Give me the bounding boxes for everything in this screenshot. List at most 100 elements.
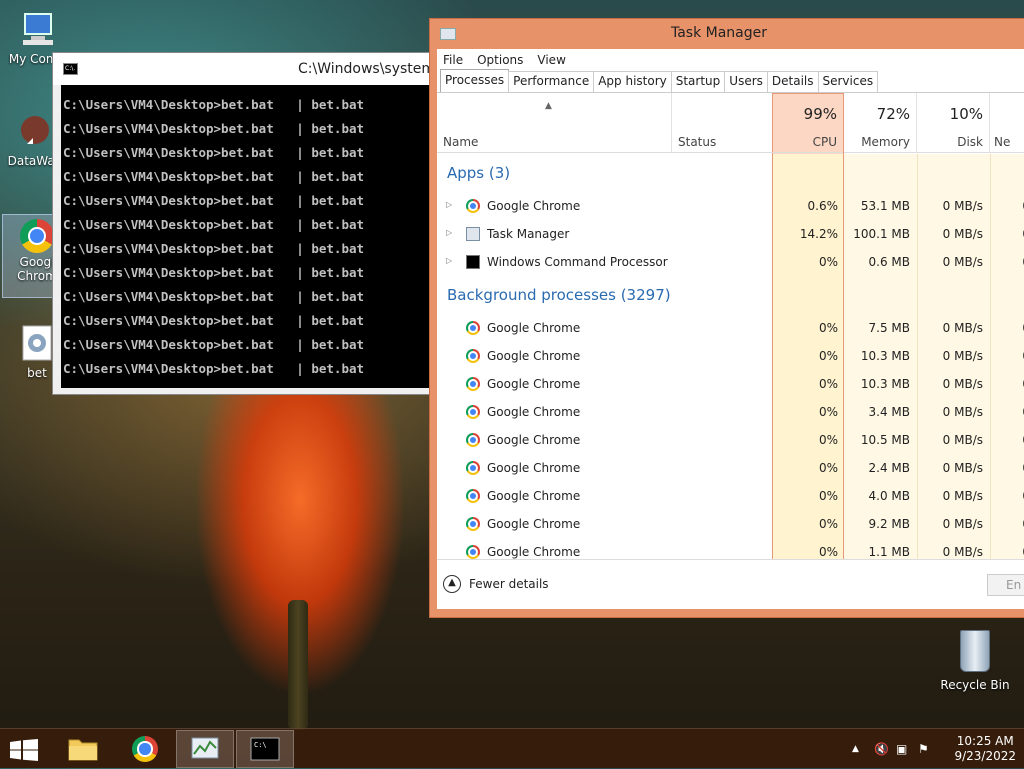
console-line: C:\Users\VM4\Desktop>bet.bat | bet.bat (63, 121, 365, 136)
sort-up-icon: ▲ (545, 101, 552, 111)
process-row[interactable]: Google Chrome 0% 9.2 MB 0 MB/s 0 (437, 510, 1024, 538)
cpu-value: 0% (818, 377, 838, 391)
network-value: 0 (990, 227, 1024, 241)
process-row[interactable]: Google Chrome 0% 7.5 MB 0 MB/s 0 (437, 314, 1024, 342)
column-header-disk[interactable]: 10% Disk (917, 93, 990, 153)
tab-performance[interactable]: Performance (508, 71, 595, 92)
cpu-value: 0% (818, 321, 838, 335)
network-value: 0 (990, 461, 1024, 475)
recycle-bin-icon (960, 630, 990, 672)
volume-muted-icon[interactable]: 🔇 (874, 742, 889, 756)
cmd-console-output[interactable]: C:\Users\VM4\Desktop>bet.bat | bet.bat C:… (61, 85, 443, 388)
action-center-icon[interactable]: ⚑ (918, 742, 929, 756)
disk-value: 0 MB/s (942, 377, 983, 391)
process-name: Google Chrome (487, 545, 581, 559)
tab-strip: Processes Performance App history Startu… (437, 69, 1024, 93)
process-row[interactable]: ▷ Task Manager 14.2% 100.1 MB 0 MB/s 0 (437, 220, 1024, 248)
process-row[interactable]: ▷ Google Chrome 0.6% 53.1 MB 0 MB/s 0 (437, 192, 1024, 220)
disk-value: 0 MB/s (942, 517, 983, 531)
tab-services[interactable]: Services (817, 71, 879, 92)
network-value: 0 (990, 321, 1024, 335)
task-manager-icon (466, 227, 480, 241)
group-header-apps: Apps (3) (447, 164, 511, 182)
clock[interactable]: 10:25 AM 9/23/2022 (954, 734, 1016, 764)
process-list[interactable]: Apps (3) Background processes (3297) ▷ Go… (437, 154, 1024, 560)
chevron-up-icon: ▲ (443, 575, 461, 593)
network-value: 0 (990, 517, 1024, 531)
process-row[interactable]: Google Chrome 0% 10.5 MB 0 MB/s 0 (437, 426, 1024, 454)
command-prompt-window[interactable]: C:\. C:\Windows\system32 C:\Users\VM4\De… (52, 52, 443, 395)
taskbar-command-prompt[interactable]: C:\ (236, 730, 294, 768)
chrome-icon (466, 489, 480, 503)
task-manager-footer: ▲ Fewer details En (437, 559, 1024, 609)
tab-app-history[interactable]: App history (593, 71, 672, 92)
svg-text:C:\: C:\ (254, 741, 267, 749)
network-value: 0 (990, 349, 1024, 363)
taskbar-file-explorer[interactable] (54, 730, 112, 768)
disk-value: 0 MB/s (942, 321, 983, 335)
process-name: Google Chrome (487, 199, 581, 213)
network-value: 0 (990, 545, 1024, 559)
console-line: C:\Users\VM4\Desktop>bet.bat | bet.bat (63, 313, 365, 328)
cpu-total: 99% (803, 105, 837, 123)
process-row[interactable]: ▷ Windows Command Processor 0% 0.6 MB 0 MB/s… (437, 248, 1024, 276)
tab-processes[interactable]: Processes (440, 69, 510, 92)
tab-users[interactable]: Users (724, 71, 768, 92)
cmd-title-bar[interactable]: C:\. C:\Windows\system32 (53, 53, 441, 85)
column-header-memory[interactable]: 72% Memory (844, 93, 917, 153)
show-hidden-icon[interactable]: ▲ (852, 744, 859, 754)
process-row[interactable]: Google Chrome 0% 10.3 MB 0 MB/s 0 (437, 342, 1024, 370)
column-header-name[interactable]: ▲ Name (437, 93, 672, 153)
network-value: 0 (990, 199, 1024, 213)
menu-options[interactable]: Options (477, 53, 523, 67)
memory-value: 10.3 MB (860, 349, 910, 363)
memory-value: 9.2 MB (868, 517, 910, 531)
task-manager-window[interactable]: Task Manager File Options View Processes… (429, 18, 1024, 618)
process-row[interactable]: Google Chrome 0% 2.4 MB 0 MB/s 0 (437, 454, 1024, 482)
taskbar: C:\ ▲ 🔇 ▣ ⚑ 10:25 AM 9/23/2022 (0, 728, 1024, 768)
memory-value: 53.1 MB (860, 199, 910, 213)
process-row[interactable]: Google Chrome 0% 4.0 MB 0 MB/s 0 (437, 482, 1024, 510)
desktop-icon-recycle-bin[interactable]: Recycle Bin (940, 630, 1010, 692)
network-icon[interactable]: ▣ (896, 742, 907, 756)
disk-value: 0 MB/s (942, 545, 983, 559)
column-header-status[interactable]: Status (672, 93, 772, 153)
process-row[interactable]: Google Chrome 0% 10.3 MB 0 MB/s 0 (437, 370, 1024, 398)
expand-arrow-icon[interactable]: ▷ (446, 200, 452, 209)
disk-value: 0 MB/s (942, 255, 983, 269)
chrome-icon (466, 349, 480, 363)
menu-bar: File Options View (437, 49, 1024, 71)
menu-file[interactable]: File (443, 53, 463, 67)
chrome-icon (466, 377, 480, 391)
expand-arrow-icon[interactable]: ▷ (446, 256, 452, 265)
end-task-button[interactable]: En (987, 574, 1024, 596)
chrome-icon (466, 545, 480, 559)
chrome-icon (132, 736, 158, 762)
tab-details[interactable]: Details (766, 71, 819, 92)
taskbar-task-manager[interactable] (176, 730, 234, 768)
column-header-network[interactable]: Ne (990, 93, 1024, 153)
menu-view[interactable]: View (537, 53, 565, 67)
process-name: Windows Command Processor (487, 255, 668, 269)
cpu-value: 14.2% (799, 227, 838, 241)
column-header-cpu[interactable]: 99% CPU (772, 93, 844, 153)
console-line: C:\Users\VM4\Desktop>bet.bat | bet.bat (63, 217, 365, 232)
start-button[interactable] (10, 739, 38, 761)
cmd-window-title: C:\Windows\system32 (298, 61, 441, 77)
tab-startup[interactable]: Startup (670, 71, 726, 92)
cmd-icon: C:\. (63, 63, 78, 75)
taskbar-google-chrome[interactable] (116, 730, 174, 768)
memory-value: 10.3 MB (860, 377, 910, 391)
console-line: C:\Users\VM4\Desktop>bet.bat | bet.bat (63, 145, 365, 160)
task-manager-title-bar[interactable]: Task Manager (430, 19, 1024, 49)
column-headers: ▲ Name Status 99% CPU 72% Memory 10% Dis… (437, 93, 1024, 153)
process-row[interactable]: Google Chrome 0% 1.1 MB 0 MB/s 0 (437, 538, 1024, 560)
console-line: C:\Users\VM4\Desktop>bet.bat | bet.bat (63, 289, 365, 304)
windows-logo-icon (10, 739, 38, 761)
chrome-icon (466, 321, 480, 335)
memory-value: 4.0 MB (868, 489, 910, 503)
fewer-details-button[interactable]: ▲ Fewer details (443, 575, 549, 593)
process-name: Google Chrome (487, 433, 581, 447)
expand-arrow-icon[interactable]: ▷ (446, 228, 452, 237)
process-row[interactable]: Google Chrome 0% 3.4 MB 0 MB/s 0 (437, 398, 1024, 426)
